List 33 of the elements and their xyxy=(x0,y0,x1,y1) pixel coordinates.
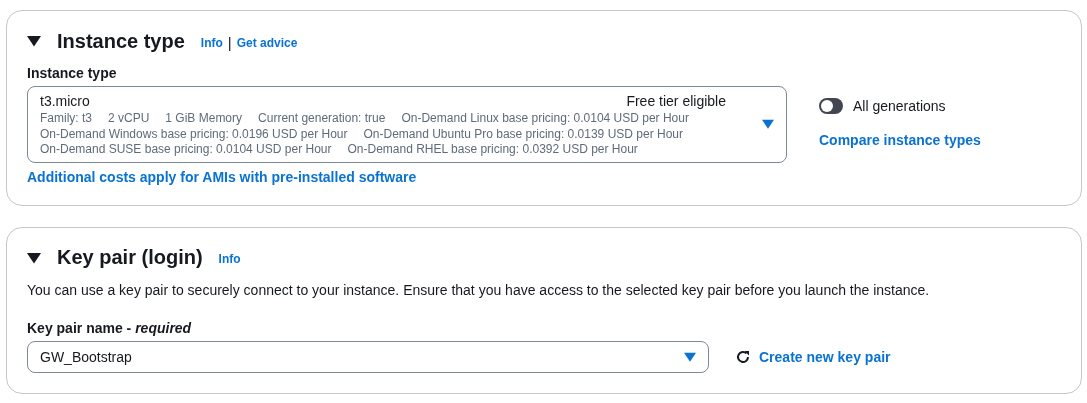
instance-detail-text: On-Demand RHEL base pricing: 0.0392 USD per Hour xyxy=(347,142,638,158)
additional-costs-link[interactable]: Additional costs apply for AMIs with pre-installed software xyxy=(27,168,417,185)
compare-instance-types-link[interactable]: Compare instance types xyxy=(819,132,981,148)
create-key-pair-link[interactable]: Create new key pair xyxy=(759,348,891,365)
info-link[interactable]: Info xyxy=(218,252,241,266)
field-label: Instance type xyxy=(27,65,118,81)
selected-value: GW_Bootstrap xyxy=(40,347,132,367)
description-text: You can use a key pair to securely connect to your instance. Ensure that you have access to the selected key pair before you launch the instance. xyxy=(27,281,931,298)
instance-detail-text: Current generation: true xyxy=(258,111,386,127)
dropdown-caret-icon xyxy=(762,118,774,131)
link-separator: | xyxy=(227,34,232,51)
instance-detail-text: On-Demand Ubuntu Pro base pricing: 0.0139 USD per Hour xyxy=(363,126,683,142)
instance-detail-text: On-Demand Linux base pricing: 0.0104 USD per Hour xyxy=(401,111,689,127)
key-pair-select[interactable]: GW_Bootstrap xyxy=(27,340,709,373)
get-advice-link[interactable]: Get advice xyxy=(236,35,298,50)
selected-value: t3.micro xyxy=(40,92,90,111)
instance-detail-text: 1 GiB Memory xyxy=(165,111,243,127)
instance-detail-text: 2 vCPU xyxy=(108,111,150,127)
section-title: Instance type xyxy=(57,29,185,53)
section-title: Key pair (login) xyxy=(57,246,203,269)
collapse-caret-icon[interactable] xyxy=(27,34,41,48)
dropdown-caret-icon xyxy=(684,350,696,363)
instance-type-select[interactable] xyxy=(27,86,787,163)
instance-detail-text: On-Demand Windows base pricing: 0.0196 USD per Hour xyxy=(40,126,348,142)
free-tier-label: Free tier eligible xyxy=(626,92,726,111)
toggle-switch[interactable] xyxy=(819,98,843,114)
toggle-label: All generations xyxy=(853,98,946,114)
instance-detail-text: Family: t3 xyxy=(40,111,92,127)
info-link[interactable]: Info xyxy=(200,35,223,50)
collapse-caret-icon[interactable] xyxy=(27,250,41,265)
field-label: Key pair name - required xyxy=(27,319,193,336)
refresh-icon[interactable] xyxy=(735,348,751,365)
instance-detail-text: On-Demand SUSE base pricing: 0.0104 USD per Hour xyxy=(40,142,332,158)
